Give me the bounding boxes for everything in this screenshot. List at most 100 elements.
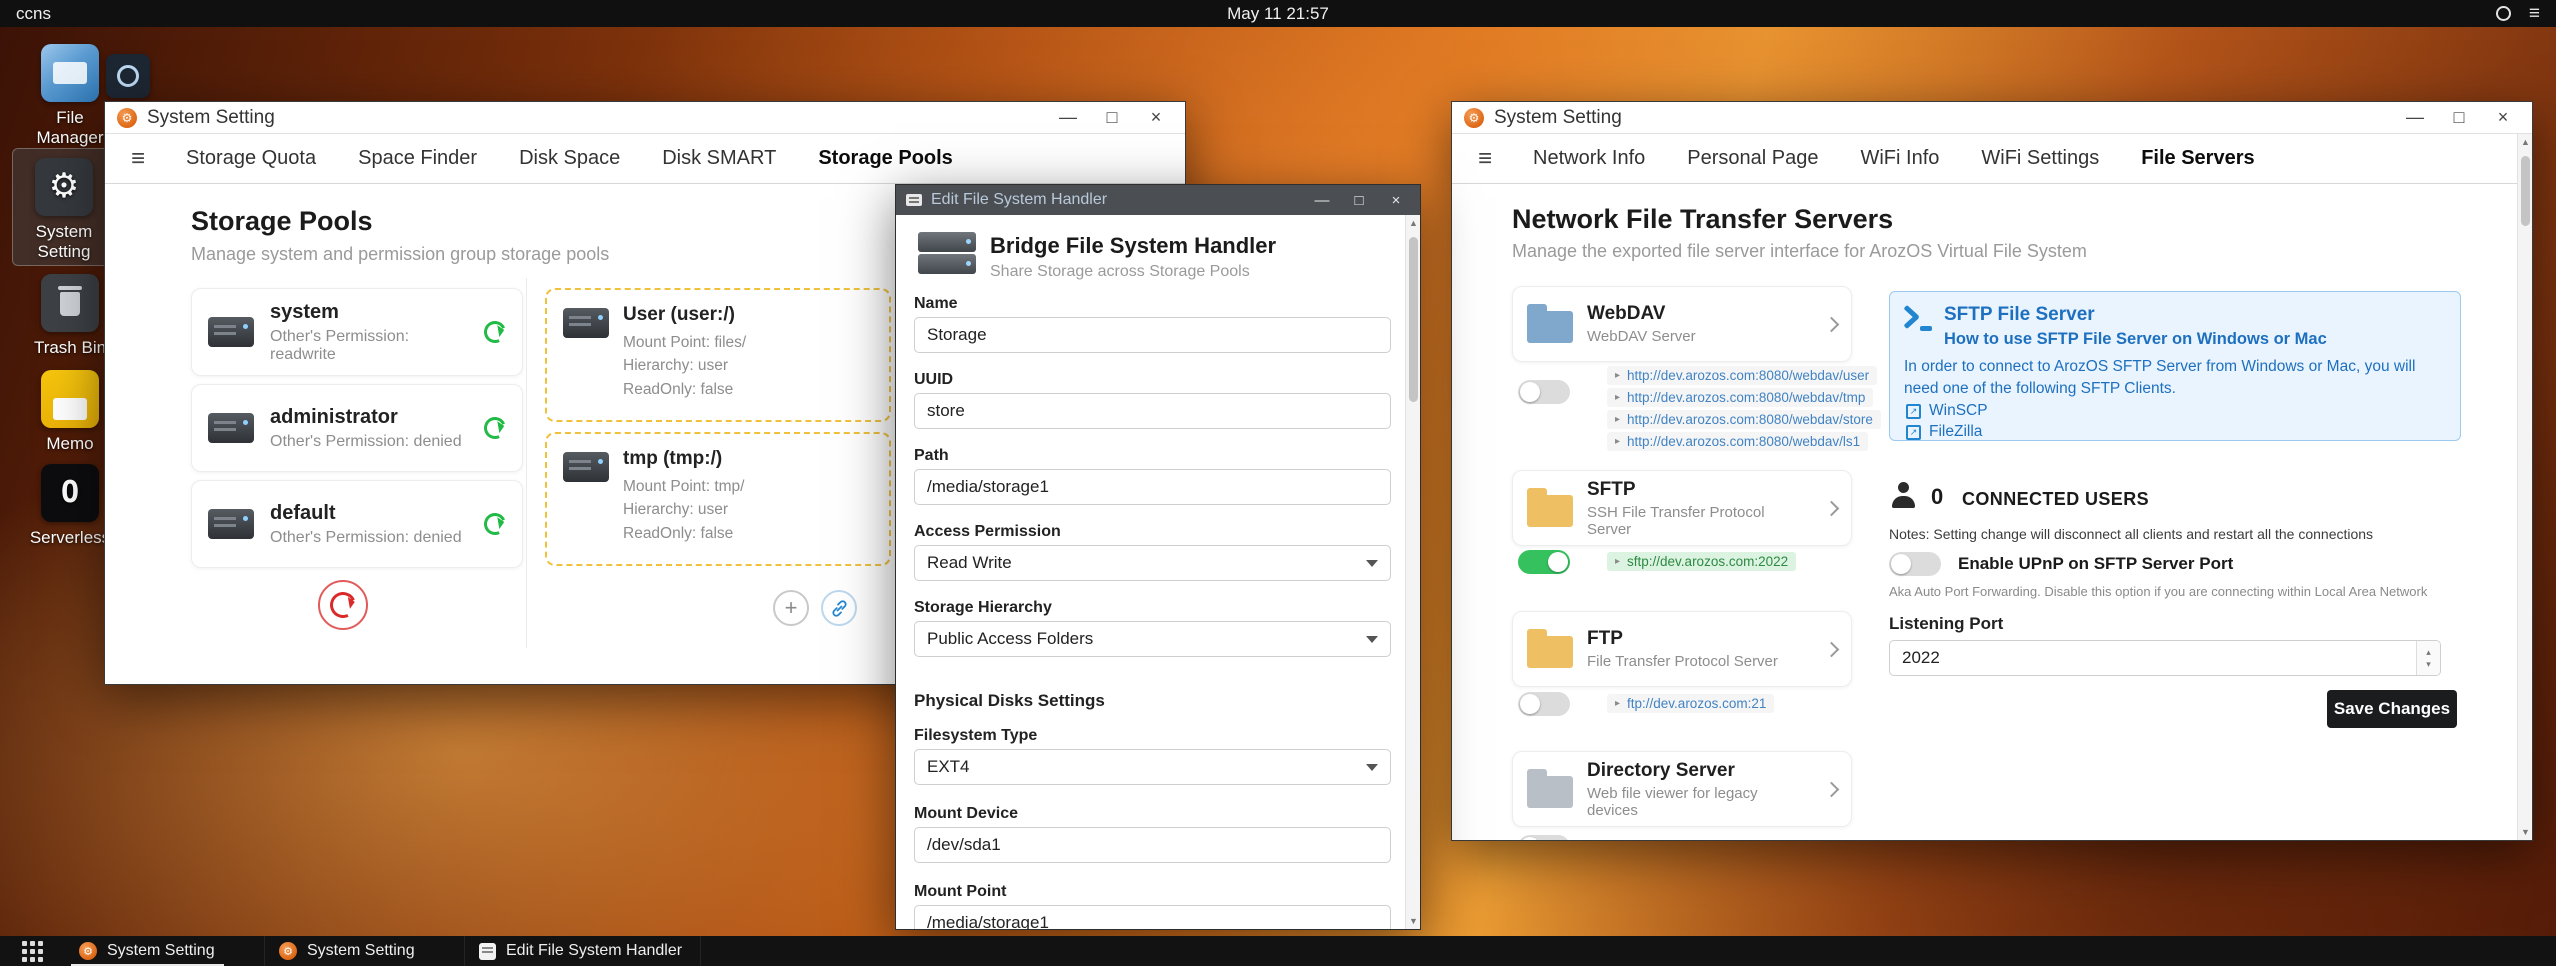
taskbar-task-system-setting-1[interactable]: ⚙ System Setting: [65, 936, 265, 966]
mount-card[interactable]: User (user:/) Mount Point: files/ Hierar…: [545, 288, 891, 422]
refresh-pools-button[interactable]: [318, 580, 368, 630]
tab-file-servers[interactable]: File Servers: [2120, 134, 2275, 183]
tab-storage-quota[interactable]: Storage Quota: [165, 134, 337, 183]
tab-network-info[interactable]: Network Info: [1512, 134, 1666, 183]
webdav-toggle[interactable]: [1518, 380, 1570, 404]
mount-point: Mount Point: files/: [623, 334, 747, 351]
desktop-icon-label: Serverless: [29, 528, 111, 547]
tab-storage-pools[interactable]: Storage Pools: [797, 134, 973, 183]
page-subtitle: Manage the exported file server interfac…: [1512, 241, 2087, 261]
server-desc: File Transfer Protocol Server: [1587, 653, 1778, 670]
minimize-button[interactable]: —: [1051, 107, 1085, 128]
app-launcher-grid-icon[interactable]: [22, 940, 43, 962]
top-menu-hamburger-icon[interactable]: ≡: [2529, 3, 2540, 25]
menu-hamburger-icon[interactable]: ≡: [111, 134, 165, 183]
desktop-icon-label: Memo: [46, 434, 94, 453]
ftp-url[interactable]: ▸ ftp://dev.arozos.com:21: [1607, 694, 1775, 713]
fs-handler-app-icon: [479, 942, 496, 960]
add-mount-button[interactable]: +: [773, 590, 809, 626]
server-card-directory[interactable]: Directory Server Web file viewer for leg…: [1512, 751, 1852, 827]
server-name: SFTP: [1587, 478, 1636, 500]
spin-up-icon[interactable]: ▴: [2426, 647, 2431, 658]
close-button[interactable]: ×: [2486, 107, 2520, 128]
maximize-button[interactable]: □: [1345, 192, 1373, 209]
sync-pool-icon[interactable]: [480, 317, 510, 347]
client-link-winscp[interactable]: ↗ WinSCP: [1906, 402, 1988, 420]
storage-hierarchy-dropdown[interactable]: Public Access Folders: [914, 621, 1391, 657]
scroll-up-icon[interactable]: ▲: [1406, 218, 1420, 228]
desktop-icon-system-setting[interactable]: ⚙ System Setting: [16, 158, 112, 261]
webdav-url[interactable]: ▸ http://dev.arozos.com:8080/webdav/ls1: [1607, 432, 1869, 451]
taskbar-task-edit-fs-handler[interactable]: Edit File System Handler: [465, 936, 701, 966]
listening-port-input[interactable]: [1889, 640, 2441, 676]
status-ring-icon[interactable]: [2495, 6, 2511, 21]
scrollbar-thumb[interactable]: [2521, 156, 2530, 226]
minimize-button[interactable]: —: [1308, 192, 1336, 209]
server-card-webdav[interactable]: WebDAV WebDAV Server: [1512, 286, 1852, 362]
path-label: Path: [914, 447, 949, 464]
server-card-ftp[interactable]: FTP File Transfer Protocol Server: [1512, 611, 1852, 687]
mount-point-input[interactable]: [914, 905, 1391, 929]
maximize-button[interactable]: □: [1095, 107, 1129, 128]
webdav-url[interactable]: ▸ http://dev.arozos.com:8080/webdav/tmp: [1607, 388, 1874, 407]
client-link-filezilla[interactable]: ↗ FileZilla: [1906, 423, 1982, 441]
desktop-icon-label: System Setting: [35, 222, 93, 261]
tab-wifi-settings[interactable]: WiFi Settings: [1960, 134, 2120, 183]
taskbar-task-system-setting-2[interactable]: ⚙ System Setting: [265, 936, 465, 966]
uuid-input[interactable]: [914, 393, 1391, 429]
webdav-url[interactable]: ▸ http://dev.arozos.com:8080/webdav/stor…: [1607, 410, 1881, 429]
terminal-prompt-icon: [1902, 304, 1934, 336]
bullet-icon: ▸: [1615, 392, 1621, 403]
close-button[interactable]: ×: [1382, 192, 1410, 209]
dialog-subtitle: Share Storage across Storage Pools: [990, 263, 1250, 280]
scrollbar-thumb[interactable]: [1409, 237, 1418, 402]
menu-hamburger-icon[interactable]: ≡: [1458, 134, 1512, 183]
tab-space-finder[interactable]: Space Finder: [337, 134, 498, 183]
pool-name: system: [270, 300, 339, 323]
webdav-url[interactable]: ▸ http://dev.arozos.com:8080/webdav/user: [1607, 366, 1878, 385]
sync-pool-icon[interactable]: [480, 413, 510, 443]
mount-card[interactable]: tmp (tmp:/) Mount Point: tmp/ Hierarchy:…: [545, 432, 891, 566]
tab-personal-page[interactable]: Personal Page: [1666, 134, 1839, 183]
storage-pool-card: default Other's Permission: denied: [191, 480, 523, 568]
column-divider: [526, 278, 527, 648]
sftp-url[interactable]: ▸ sftp://dev.arozos.com:2022: [1607, 552, 1797, 571]
name-input[interactable]: [914, 317, 1391, 353]
physical-disks-section-label: Physical Disks Settings: [914, 691, 1105, 710]
scroll-up-icon[interactable]: ▲: [2518, 137, 2532, 147]
tab-disk-smart[interactable]: Disk SMART: [641, 134, 797, 183]
scrollbar[interactable]: ▲ ▼: [2517, 134, 2532, 840]
sync-pool-icon[interactable]: [480, 509, 510, 539]
ftp-toggle[interactable]: [1518, 692, 1570, 716]
window-titlebar[interactable]: Edit File System Handler — □ ×: [896, 185, 1420, 215]
desktop-icon-app[interactable]: [106, 54, 150, 98]
path-input[interactable]: [914, 469, 1391, 505]
upnp-toggle[interactable]: [1889, 552, 1941, 576]
scroll-down-icon[interactable]: ▼: [2518, 827, 2532, 837]
name-label: Name: [914, 295, 958, 312]
filesystem-type-dropdown[interactable]: EXT4: [914, 749, 1391, 785]
spin-down-icon[interactable]: ▾: [2426, 659, 2431, 670]
server-card-sftp[interactable]: SFTP SSH File Transfer Protocol Server: [1512, 470, 1852, 546]
maximize-button[interactable]: □: [2442, 107, 2476, 128]
external-link-icon: ↗: [1906, 403, 1921, 419]
save-changes-button[interactable]: Save Changes: [2327, 690, 2457, 728]
close-button[interactable]: ×: [1139, 107, 1173, 128]
number-spinner[interactable]: ▴ ▾: [2416, 641, 2440, 675]
server-desc: WebDAV Server: [1587, 328, 1696, 345]
directory-server-toggle[interactable]: [1518, 835, 1570, 840]
window-titlebar[interactable]: ⚙ System Setting — □ ×: [1452, 102, 2532, 134]
mount-device-input[interactable]: [914, 827, 1391, 863]
tab-wifi-info[interactable]: WiFi Info: [1839, 134, 1960, 183]
scroll-down-icon[interactable]: ▼: [1406, 916, 1420, 926]
window-system-setting-network: ⚙ System Setting — □ × ≡ Network Info Pe…: [1451, 101, 2533, 841]
caret-down-icon: [1366, 636, 1378, 643]
sftp-toggle[interactable]: [1518, 550, 1570, 574]
minimize-button[interactable]: —: [2398, 107, 2432, 128]
access-permission-dropdown[interactable]: Read Write: [914, 545, 1391, 581]
scrollbar[interactable]: ▲ ▼: [1405, 215, 1420, 929]
mount-device-label: Mount Device: [914, 805, 1019, 822]
window-titlebar[interactable]: ⚙ System Setting — □ ×: [105, 102, 1185, 134]
link-storage-button[interactable]: [821, 590, 857, 626]
tab-disk-space[interactable]: Disk Space: [498, 134, 641, 183]
